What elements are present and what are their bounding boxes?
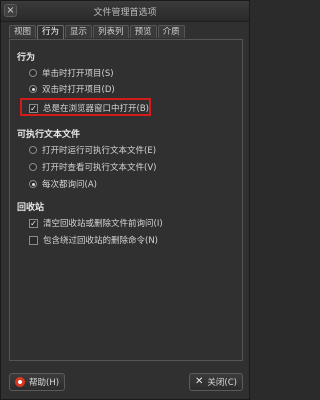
single-click-label: 单击时打开项目(S) [42,69,114,79]
trash-section-title: 回收站 [17,203,45,213]
view-executable-radio[interactable] [29,163,37,171]
view-executable-option[interactable]: 打开时查看可执行文本文件(V) [29,161,156,173]
include-delete-label: 包含绕过回收站的删除命令(N) [43,236,158,246]
always-browser-label: 总是在浏览器窗口中打开(B) [43,104,149,114]
executables-section-title: 可执行文本文件 [17,130,81,140]
double-click-label: 双击时打开项目(D) [42,85,115,95]
tab-media[interactable]: 介质 [157,25,185,38]
preferences-window: × 文件管理首选项 视图 行为 显示 列表列 预览 介质 行为 单击时打开项目(… [0,0,250,400]
double-click-radio[interactable] [29,85,37,93]
ask-executable-label: 每次都询问(A) [42,180,97,190]
close-icon: ✕ [195,376,204,387]
include-delete-checkbox[interactable] [29,235,38,245]
window-title: 文件管理首选项 [93,8,157,18]
run-executable-option[interactable]: 打开时运行可执行文本文件(E) [29,144,156,156]
help-icon [15,377,25,387]
title-bar: × 文件管理首选项 [1,1,249,22]
include-delete-option[interactable]: 包含绕过回收站的删除命令(N) [29,234,158,246]
ask-executable-radio[interactable] [29,180,37,188]
run-executable-radio[interactable] [29,146,37,154]
confirm-trash-checkbox[interactable]: ✓ [29,218,38,228]
close-label: 关闭(C) [207,378,237,388]
always-browser-option[interactable]: ✓ 总是在浏览器窗口中打开(B) [29,102,149,114]
tab-list-columns[interactable]: 列表列 [93,25,129,38]
single-click-option[interactable]: 单击时打开项目(S) [29,67,114,79]
confirm-trash-option[interactable]: ✓ 清空回收站或删除文件前询问(I) [29,217,163,229]
tab-preview[interactable]: 预览 [129,25,157,38]
help-label: 帮助(H) [29,378,60,388]
tab-view[interactable]: 视图 [9,25,37,38]
tab-bar: 视图 行为 显示 列表列 预览 介质 [9,25,185,39]
single-click-radio[interactable] [29,69,37,77]
behavior-section-title: 行为 [17,53,36,63]
view-executable-label: 打开时查看可执行文本文件(V) [42,163,157,173]
close-button[interactable]: ✕ 关闭(C) [189,373,243,391]
run-executable-label: 打开时运行可执行文本文件(E) [42,146,157,156]
ask-executable-option[interactable]: 每次都询问(A) [29,178,97,190]
always-browser-checkbox[interactable]: ✓ [29,103,38,113]
confirm-trash-label: 清空回收站或删除文件前询问(I) [43,219,163,229]
help-button[interactable]: 帮助(H) [9,373,66,391]
double-click-option[interactable]: 双击时打开项目(D) [29,83,115,95]
tab-display[interactable]: 显示 [65,25,93,38]
tab-behavior[interactable]: 行为 [37,25,65,39]
